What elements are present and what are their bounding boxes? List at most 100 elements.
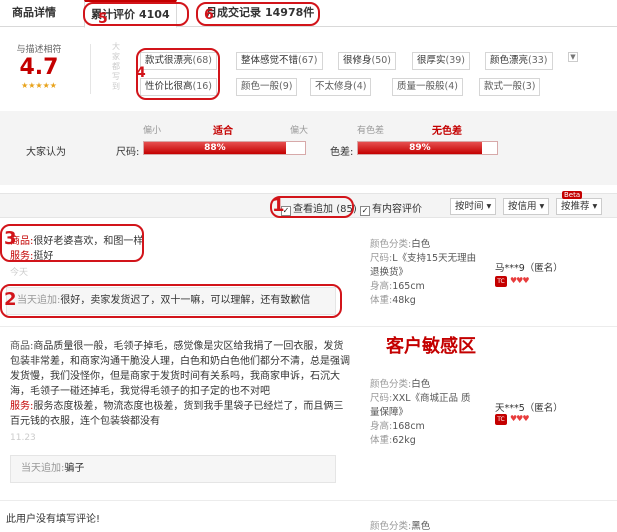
- tag-text: 很厚实: [417, 55, 446, 66]
- tab-label: 商品详情: [12, 6, 56, 19]
- sensitive-area-label: 客户敏感区: [386, 336, 476, 357]
- meta-key: 尺码:: [370, 253, 393, 264]
- rating-summary: 与描述相符 4.7 ★★★★★ 大家都写到 款式很漂亮(68) 整体感觉不错(6…: [0, 38, 617, 100]
- meta-value: 168cm: [392, 421, 425, 432]
- score-value: 4.7: [19, 55, 59, 80]
- tag-text: 不太修身: [315, 81, 354, 92]
- tag-count: (4): [444, 81, 458, 92]
- divider: [90, 44, 91, 94]
- tag-item[interactable]: 很厚实(39): [412, 52, 471, 70]
- tag-item[interactable]: 整体感觉不错(67): [236, 52, 323, 70]
- meta-value: 62kg: [392, 435, 416, 446]
- meta-value: 黑色: [411, 521, 431, 532]
- tag-count: (39): [445, 55, 466, 66]
- size-feedback-title: 大家认为: [26, 147, 66, 158]
- size-feedback-panel: 大家认为 偏小 适合 偏大 尺码: 88% 有色差 无色差 色差: 89%: [0, 111, 617, 185]
- tag-text: 整体感觉不错: [241, 55, 299, 66]
- meta-value: 48kg: [392, 295, 416, 306]
- star-rating-icon: ★★★★★: [21, 81, 57, 90]
- tag-text: 颜色漂亮: [490, 55, 529, 66]
- scale-label-no-color-diff: 无色差: [432, 126, 462, 137]
- color-diff-bar: 89%: [357, 141, 498, 155]
- tag-count: (50): [371, 55, 392, 66]
- tag-item[interactable]: 颜色漂亮(33): [485, 52, 553, 70]
- review-sku-info: 颜色分类:黑色: [370, 520, 430, 532]
- tag-count: (67): [298, 55, 318, 66]
- review-sku-info: 颜色分类:白色 尺码:XXL《商城正品 质量保障》 身高:168cm 体重:62…: [370, 378, 480, 448]
- reviewer-name[interactable]: 天***5（匿名）: [495, 400, 563, 414]
- annotation-box-3: [0, 224, 144, 262]
- review-divider: [0, 326, 617, 327]
- sort-label: 按时间 ▾: [455, 201, 492, 212]
- tag-item[interactable]: 不太修身(4): [310, 78, 372, 96]
- meta-key: 尺码:: [370, 393, 393, 404]
- meta-value: 白色: [411, 239, 431, 250]
- annotation-number-2: 2: [4, 289, 17, 310]
- color-diff-value: 89%: [358, 142, 482, 154]
- review-sku-info: 颜色分类:白色 尺码:L《支持15天无理由退换货》 身高:165cm 体重:48…: [370, 238, 480, 308]
- append-label: 当天追加:: [21, 463, 65, 474]
- annotation-number-3: 3: [4, 228, 17, 249]
- meta-key: 颜色分类:: [370, 521, 412, 532]
- sort-by-time-button[interactable]: 按时间 ▾: [450, 198, 497, 215]
- tmall-club-badge-icon: TC: [495, 414, 507, 425]
- heart-level-icon: ♥♥♥: [510, 414, 529, 423]
- sort-by-credit-button[interactable]: 按信用 ▾: [503, 198, 550, 215]
- scale-label-large: 偏大: [290, 126, 309, 136]
- append-text: 骗子: [64, 463, 85, 474]
- meta-key: 身高:: [370, 281, 393, 292]
- service-key: 服务:: [10, 401, 34, 412]
- review-divider: [0, 500, 617, 501]
- tag-item[interactable]: 质量一般般(4): [392, 78, 463, 96]
- tag-count: (3): [522, 81, 536, 92]
- scale-label-fit: 适合: [213, 126, 233, 137]
- size-fit-bar: 88%: [143, 141, 306, 155]
- sort-by-recommend-button[interactable]: 按推荐 ▾: [556, 198, 603, 215]
- tag-text: 款式一般: [484, 81, 523, 92]
- beta-badge: Beta: [562, 191, 583, 199]
- annotation-box-4: [136, 48, 220, 100]
- score-label: 与描述相符: [16, 45, 62, 55]
- review-content: 此用户没有填写评论!: [6, 514, 101, 525]
- product-comment: 商品质量很一般，毛领子掉毛，感觉像是灾区给我捐了一回衣服，发货包装非常差，和商家…: [10, 341, 350, 397]
- scale-label-color-diff: 有色差: [357, 126, 385, 136]
- meta-value: 165cm: [392, 281, 425, 292]
- meta-key: 体重:: [370, 435, 393, 446]
- tags-vertical-label: 大家都写到: [112, 42, 120, 91]
- annotation-number-5: 5: [98, 11, 108, 27]
- size-key: 尺码:: [116, 147, 140, 158]
- chevron-down-icon[interactable]: ▼: [568, 52, 578, 62]
- tmall-club-badge-icon: TC: [495, 276, 507, 287]
- score-box: 与描述相符 4.7 ★★★★★: [10, 42, 68, 90]
- tag-text: 很修身: [343, 55, 372, 66]
- tag-item[interactable]: 颜色一般(9): [236, 78, 298, 96]
- tag-text: 质量一般般: [397, 81, 445, 92]
- product-key: 商品:: [10, 341, 34, 352]
- tag-count: (4): [353, 81, 367, 92]
- tab-product-detail[interactable]: 商品详情: [6, 0, 62, 27]
- reviewer-name[interactable]: 马***9（匿名）: [495, 260, 563, 274]
- content-label: 有内容评价: [372, 204, 422, 215]
- annotation-box-2: [0, 284, 342, 318]
- meta-key: 颜色分类:: [370, 379, 412, 390]
- review-content: 商品:商品质量很一般，毛领子掉毛，感觉像是灾区给我捐了一回衣服，发货包装非常差，…: [10, 339, 350, 429]
- sort-label: 按信用 ▾: [508, 201, 545, 212]
- service-comment: 服务态度极差，物流态度也极差，货到我手里袋子已经烂了，而且俩三百元钱的衣服，连个…: [10, 401, 344, 427]
- meta-value: 白色: [411, 379, 431, 390]
- content-review-checkbox[interactable]: ✓ 有内容评价: [360, 200, 422, 216]
- annotation-number-1: 1: [272, 195, 285, 216]
- tag-text: 颜色一般: [241, 81, 280, 92]
- size-fit-value: 88%: [144, 142, 286, 154]
- meta-key: 颜色分类:: [370, 239, 412, 250]
- annotation-box-6: [196, 2, 320, 26]
- append-review: 当天追加:骗子: [10, 455, 336, 483]
- color-key: 色差:: [330, 147, 354, 158]
- tag-item[interactable]: 款式一般(3): [479, 78, 541, 96]
- tag-item[interactable]: 很修身(50): [338, 52, 397, 70]
- checkbox-checked-icon: ✓: [360, 206, 370, 216]
- tag-count: (9): [279, 81, 293, 92]
- sort-label: 按推荐 ▾: [561, 201, 598, 212]
- heart-level-icon: ♥♥♥: [510, 276, 529, 285]
- review-date: 11.23: [10, 433, 36, 443]
- meta-key: 身高:: [370, 421, 393, 432]
